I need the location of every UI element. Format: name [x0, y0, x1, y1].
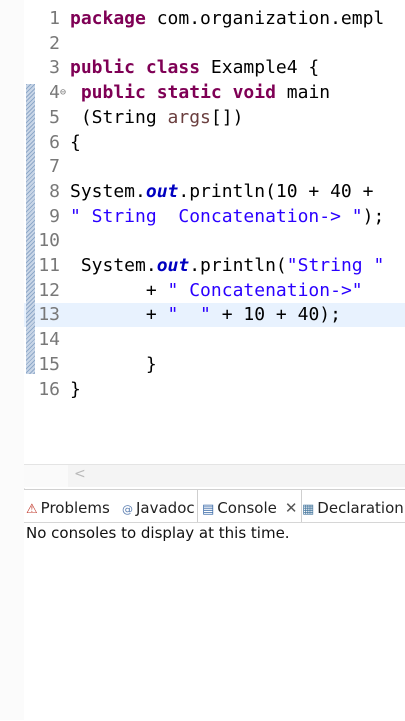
code-text: }	[70, 378, 81, 402]
code-token: +	[70, 279, 168, 301]
tab-declaration-label: Declaration	[317, 499, 404, 517]
code-line[interactable]: 5 (String args[])	[24, 106, 405, 130]
tab-problems[interactable]: ⚠ Problems	[26, 490, 110, 522]
code-token: " Concatenation->"	[167, 279, 363, 301]
code-token: out	[145, 180, 179, 202]
code-token: System.	[70, 180, 146, 202]
fold-collapse-icon[interactable]: ⊖	[60, 81, 66, 105]
code-token: [])	[210, 106, 244, 128]
code-line[interactable]: 14	[24, 328, 405, 352]
code-text: System.out.println("String "	[70, 254, 384, 278]
code-line[interactable]: 3 public class Example4 {	[24, 56, 405, 80]
code-line[interactable]: 13 + " " + 10 + 40);	[24, 303, 405, 328]
code-token: void	[232, 82, 276, 104]
code-token: public	[70, 57, 136, 79]
code-line[interactable]: 4 ⊖ public static void main	[24, 81, 405, 105]
code-text: {	[70, 131, 81, 155]
tab-declaration[interactable]: ▦ Declaration	[302, 490, 404, 522]
code-line[interactable]: 7	[24, 155, 405, 179]
code-text: System.out.println(10 + 40 +	[70, 180, 373, 204]
scroll-left-icon[interactable]: <	[74, 466, 86, 482]
code-token: .println(10 + 40 +	[178, 180, 374, 202]
tabs-divider	[24, 522, 405, 523]
code-line[interactable]: 9 " String Concatenation-> ");	[24, 205, 405, 229]
tab-javadoc-label: Javadoc	[136, 499, 195, 517]
code-line[interactable]: 2	[24, 32, 405, 56]
code-token: class	[145, 57, 201, 79]
code-token: {	[70, 131, 81, 153]
code-token: );	[362, 205, 385, 227]
tab-problems-label: Problems	[40, 499, 110, 517]
code-text: " String Concatenation-> ");	[70, 205, 384, 229]
tab-console[interactable]: ▤ Console ✕	[197, 490, 303, 522]
code-text: }	[70, 353, 157, 377]
code-token: static	[156, 82, 222, 104]
code-line[interactable]: 15 }	[24, 353, 405, 377]
line-number: 1	[49, 8, 60, 29]
close-icon[interactable]: ✕	[285, 499, 298, 517]
code-token: com.organization.empl	[145, 8, 385, 29]
tab-javadoc[interactable]: @ Javadoc	[122, 490, 195, 522]
code-token: package	[70, 8, 146, 29]
code-token: " String Concatenation-> "	[70, 205, 363, 227]
line-number: 16	[38, 378, 60, 400]
code-token: System.	[70, 255, 157, 276]
line-number: 2	[49, 32, 60, 54]
code-editor[interactable]: 1 package com.organization.empl 2 3 public c…	[24, 0, 405, 488]
tab-console-label: Console	[217, 499, 277, 517]
code-token: public	[80, 82, 146, 104]
line-number: 3	[49, 57, 60, 79]
code-line[interactable]: 12 + " Concatenation->"	[24, 279, 405, 303]
code-token: }	[70, 353, 157, 375]
code-text: public class Example4 {	[70, 56, 319, 80]
panel-tabs: ⚠ Problems @ Javadoc ▤ Console ✕ ▦ Declaratio…	[24, 490, 405, 522]
code-token: + 10 + 40);	[210, 304, 341, 326]
horizontal-scrollbar[interactable]: <	[68, 464, 405, 487]
code-text: + " Concatenation->"	[70, 279, 363, 303]
code-token: +	[70, 304, 168, 326]
code-token: " "	[167, 304, 211, 326]
left-margin-strip	[0, 0, 25, 720]
code-text: (String args[])	[70, 106, 244, 130]
code-token: args	[167, 106, 211, 128]
code-line[interactable]: 1 package com.organization.empl	[24, 7, 405, 31]
code-token: (String	[70, 106, 168, 128]
code-line[interactable]: 6{	[24, 131, 405, 155]
code-text: package com.organization.empl	[70, 7, 384, 31]
scrollbar-corner	[24, 464, 68, 487]
code-text: + " " + 10 + 40);	[70, 303, 341, 327]
code-token: .println(	[189, 255, 287, 276]
code-token: Example4 {	[200, 57, 320, 79]
bottom-panel: ⚠ Problems @ Javadoc ▤ Console ✕ ▦ Declaratio…	[24, 489, 405, 721]
code-token: out	[156, 255, 190, 276]
code-line[interactable]: 16}	[24, 378, 405, 402]
code-line[interactable]: 8 System.out.println(10 + 40 +	[24, 180, 405, 204]
change-indicator-bar	[26, 84, 35, 374]
code-token: }	[70, 378, 81, 400]
code-token: "String "	[286, 255, 385, 276]
code-text: public static void main	[70, 81, 330, 105]
code-line[interactable]: 10	[24, 229, 405, 253]
code-line[interactable]: 11 System.out.println("String "	[24, 254, 405, 278]
console-message: No consoles to display at this time.	[26, 524, 290, 542]
code-token: main	[275, 82, 331, 104]
